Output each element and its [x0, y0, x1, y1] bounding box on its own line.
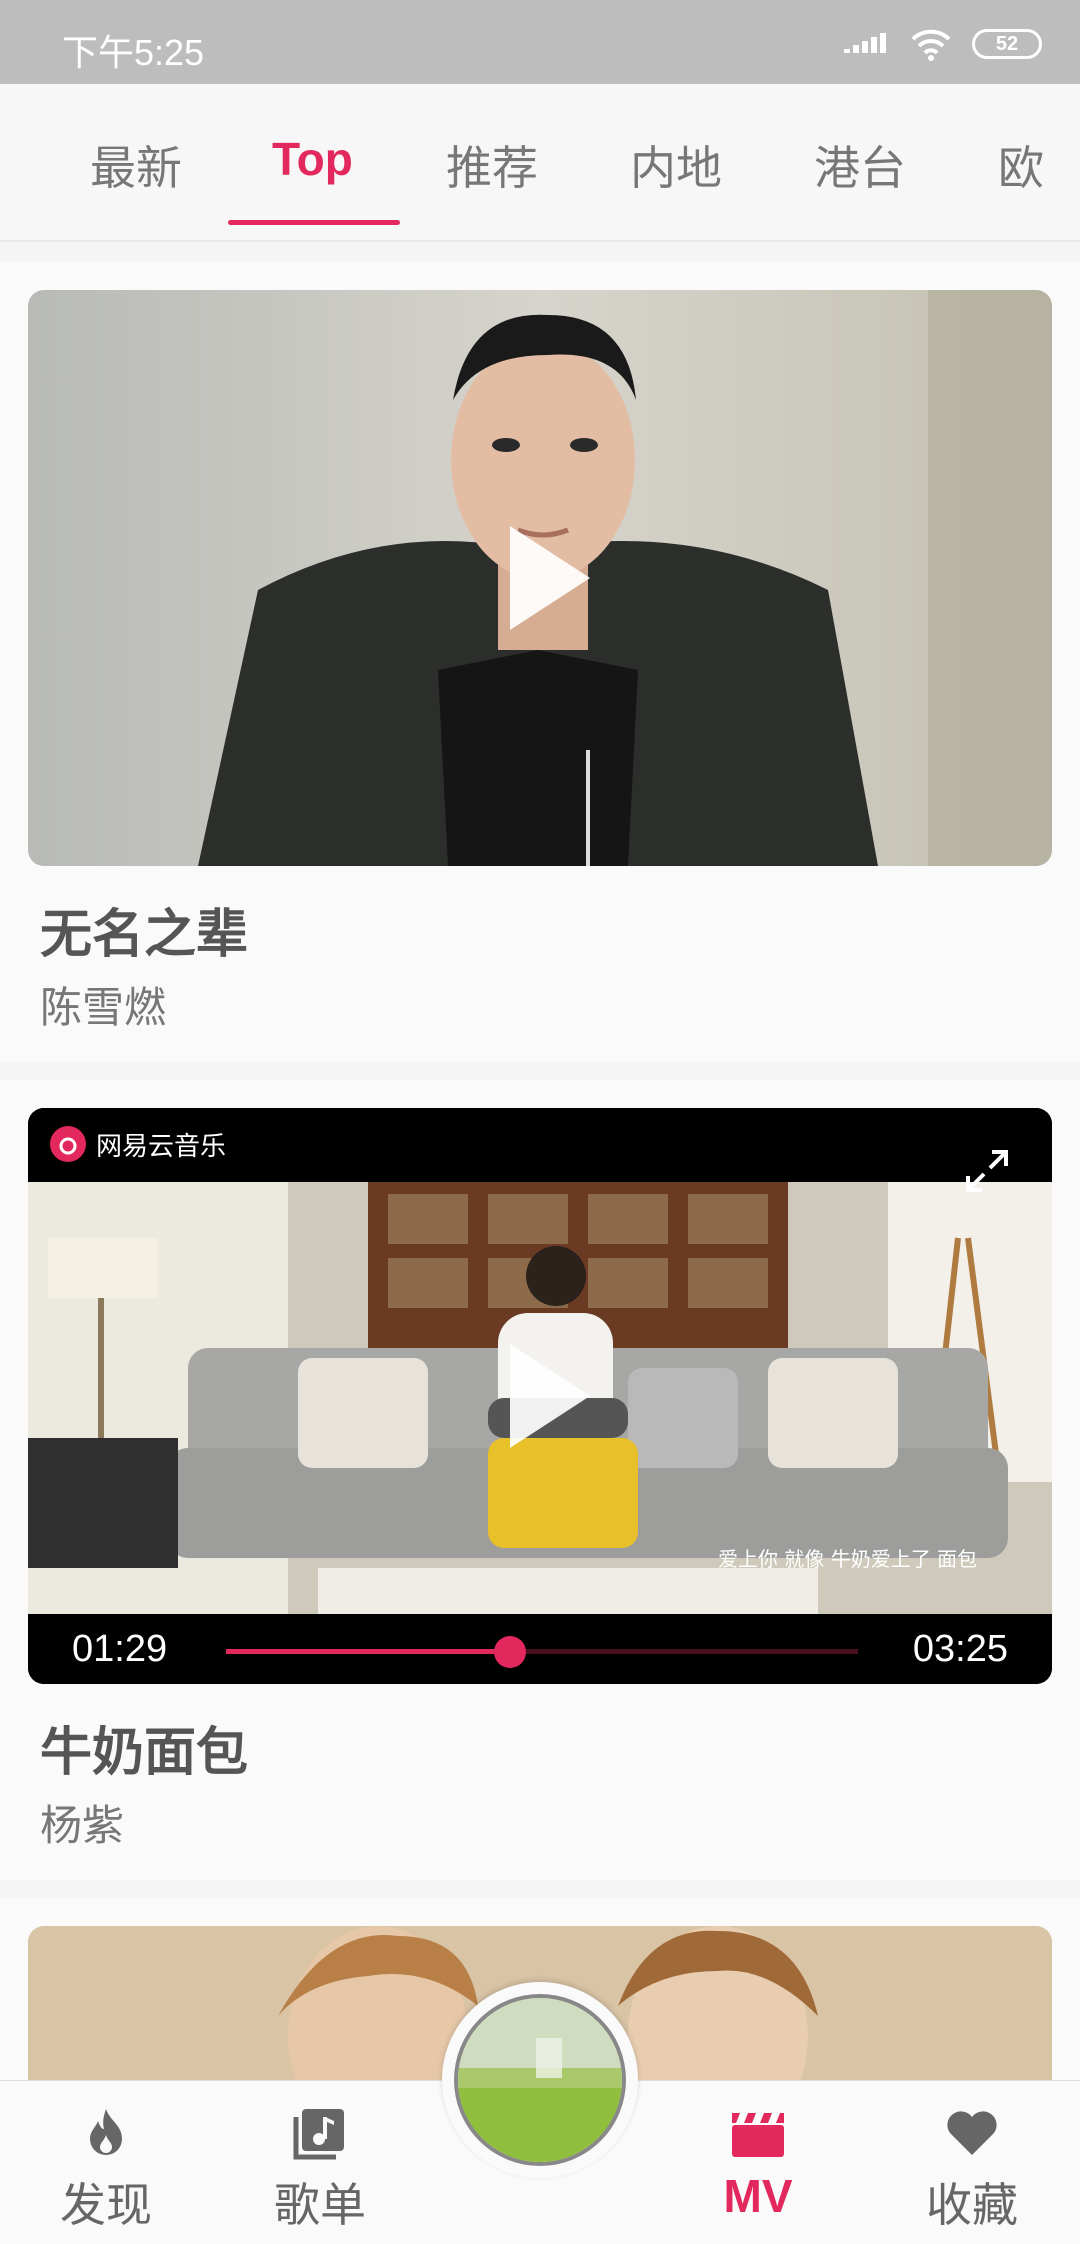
- nav-discover[interactable]: 发现: [6, 2081, 206, 2244]
- nav-label: 收藏: [926, 2178, 1018, 2232]
- total-time: 03:25: [912, 1628, 1008, 1670]
- video-title[interactable]: 牛奶面包: [40, 1710, 248, 1785]
- status-icons: 52: [844, 24, 1042, 64]
- status-bar: 下午5:25 52: [0, 0, 1080, 84]
- progress-fill: [226, 1649, 511, 1654]
- video-thumbnail[interactable]: [28, 290, 1052, 866]
- battery-indicator: 52: [972, 29, 1042, 59]
- wifi-icon: [911, 29, 951, 61]
- tab-mainland[interactable]: 内地: [630, 132, 722, 198]
- clapperboard-icon: [732, 2113, 784, 2157]
- category-tabs: 最新 Top 推荐 内地 港台 欧: [0, 84, 1080, 242]
- video-artist[interactable]: 杨紫: [40, 1792, 124, 1853]
- album-cover: [454, 1994, 626, 2166]
- progress-bar[interactable]: [226, 1636, 858, 1668]
- status-time: 下午5:25: [62, 32, 205, 73]
- tab-hk-tw[interactable]: 港台: [814, 132, 906, 198]
- player-controls: 01:29 03:25: [28, 1614, 1052, 1684]
- playlist-icon: [293, 2109, 344, 2160]
- nav-favorites[interactable]: 收藏: [872, 2081, 1072, 2244]
- tab-western[interactable]: 欧: [998, 132, 1044, 198]
- tab-recommend[interactable]: 推荐: [446, 132, 538, 198]
- tab-latest[interactable]: 最新: [90, 132, 182, 198]
- progress-thumb[interactable]: [494, 1636, 527, 1668]
- current-time: 01:29: [72, 1628, 168, 1670]
- play-icon[interactable]: [28, 1108, 1052, 1684]
- nav-label: 歌单: [274, 2178, 366, 2232]
- nav-label: 发现: [60, 2178, 152, 2232]
- video-card[interactable]: 爱上你 就像 牛奶爱上了 面包 网易云音乐 01:29 03:25 牛奶面包 杨…: [0, 1080, 1080, 1880]
- tab-top[interactable]: Top: [272, 132, 353, 186]
- signal-icon: [844, 33, 886, 53]
- video-artist[interactable]: 陈雪燃: [40, 974, 166, 1035]
- video-card[interactable]: 无名之辈 陈雪燃: [0, 262, 1080, 1062]
- now-playing-disc[interactable]: [442, 1982, 638, 2178]
- play-icon[interactable]: [28, 290, 1052, 866]
- nav-playlist[interactable]: 歌单: [220, 2081, 420, 2244]
- tab-indicator: [228, 220, 400, 225]
- video-player[interactable]: 爱上你 就像 牛奶爱上了 面包 网易云音乐 01:29 03:25: [28, 1108, 1052, 1684]
- video-title[interactable]: 无名之辈: [40, 892, 248, 967]
- nav-label: MV: [723, 2170, 793, 2222]
- flame-icon: [90, 2109, 122, 2155]
- heart-icon: [947, 2111, 997, 2155]
- nav-mv[interactable]: MV: [658, 2081, 858, 2244]
